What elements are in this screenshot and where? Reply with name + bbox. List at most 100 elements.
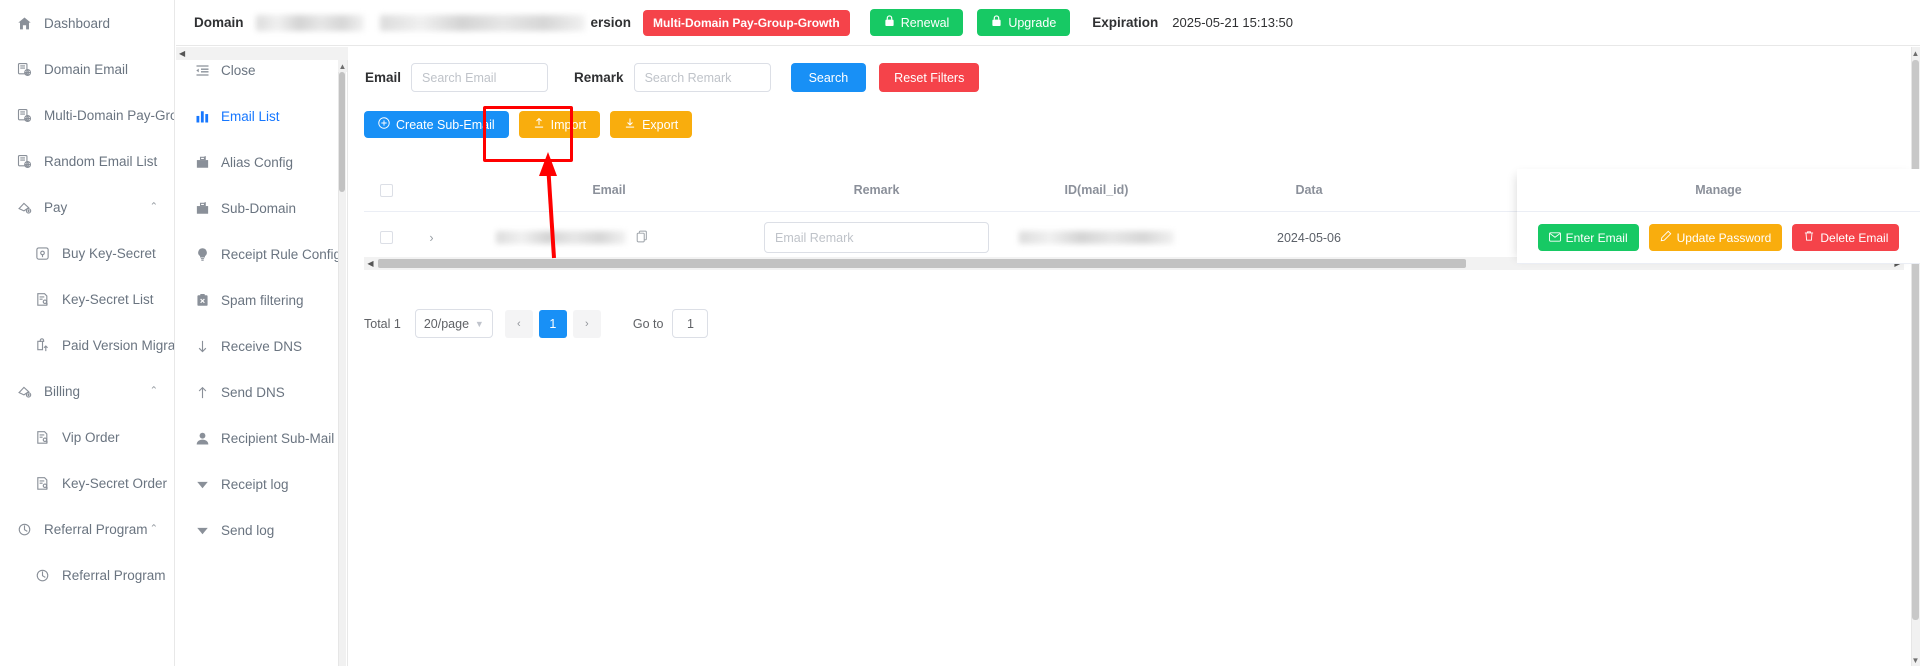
list-doc-icon	[34, 291, 50, 307]
sidebar-item-label: Referral Program	[62, 567, 166, 583]
sidebar-item-label: Key-Secret Order	[62, 475, 168, 491]
domain-email-icon	[16, 153, 32, 169]
goto-page-label: Go to	[632, 316, 664, 331]
pay-icon	[16, 199, 32, 215]
secondary-nav-item-receipt-log[interactable]: Receipt log	[176, 461, 347, 507]
secondary-nav-label: Sub-Domain	[221, 200, 297, 216]
delete-email-button[interactable]: Delete Email	[1792, 224, 1900, 251]
page-scroll-down-arrow[interactable]: ▼	[1911, 654, 1920, 666]
enter-email-button[interactable]: Enter Email	[1537, 224, 1639, 251]
create-sub-email-button[interactable]: Create Sub-Email	[364, 111, 509, 138]
row-remark-cell	[764, 222, 989, 253]
collapse-left-arrow-icon[interactable]: ◀	[179, 49, 185, 58]
email-filter-label: Email	[365, 70, 402, 85]
page-scrollbar-thumb[interactable]	[1912, 60, 1919, 620]
plan-badge: Multi-Domain Pay-Group-Growth	[643, 9, 850, 36]
sidebar-item-domain-email[interactable]: Domain Email	[0, 46, 174, 92]
column-header-email[interactable]: Email	[454, 183, 764, 197]
search-button[interactable]: Search	[790, 63, 867, 92]
inner-sidebar-scroll-up-arrow[interactable]: ▲	[338, 60, 347, 72]
secondary-nav-item-spam-filtering[interactable]: Spam filtering	[176, 277, 347, 323]
copy-icon[interactable]	[636, 230, 648, 246]
row-checkbox[interactable]	[380, 231, 393, 244]
domain-value-redacted	[255, 14, 364, 31]
inner-sidebar-scrollbar-thumb[interactable]	[339, 72, 345, 192]
row-mail-id-cell	[989, 231, 1204, 244]
column-header-data[interactable]: Data	[1204, 183, 1414, 197]
sidebar-item-label: Buy Key-Secret	[62, 245, 156, 261]
secondary-nav-label: Close	[221, 62, 256, 78]
envelope-icon	[1548, 231, 1561, 245]
secondary-nav-item-recipient-sub-mail[interactable]: Recipient Sub-Mail	[176, 415, 347, 461]
secondary-sidebar: Close Email List Alias Config Sub-Domain Rec…	[176, 47, 348, 666]
sidebar-item-referral-program[interactable]: Referral Program	[0, 552, 174, 598]
upgrade-button[interactable]: Upgrade	[977, 9, 1071, 36]
sidebar-item-label: Pay	[44, 199, 68, 215]
search-remark-input[interactable]	[633, 63, 771, 92]
page-scroll-up-arrow[interactable]: ▲	[1911, 47, 1920, 59]
triangle-down-icon	[194, 476, 210, 492]
sidebar-item-paid-version-migration[interactable]: Paid Version Migration	[0, 322, 174, 368]
chevron-up-icon: ⌃	[149, 523, 158, 535]
scroll-left-arrow-icon[interactable]: ◀	[364, 257, 377, 270]
left-sidebar: Dashboard Domain Email Multi-Domain Pay-Gr…	[0, 0, 175, 666]
sidebar-item-buy-key-secret[interactable]: Buy Key-Secret	[0, 230, 174, 276]
domain-value-redacted-2	[379, 14, 585, 31]
secondary-nav-item-receipt-rule-config[interactable]: Receipt Rule Config	[176, 231, 347, 277]
upload-icon	[533, 117, 545, 132]
secondary-nav-item-receive-dns[interactable]: Receive DNS	[176, 323, 347, 369]
bar-chart-icon	[194, 108, 210, 124]
sidebar-item-referral-program[interactable]: Referral Program ⌃	[0, 506, 174, 552]
table-hscroll-thumb[interactable]	[378, 259, 1466, 268]
enter-email-label: Enter Email	[1565, 230, 1628, 245]
import-button[interactable]: Import	[518, 111, 601, 138]
row-expand-toggle[interactable]: ›	[409, 231, 454, 245]
secondary-nav-item-email-list[interactable]: Email List	[176, 93, 347, 139]
secondary-nav-label: Receipt log	[221, 476, 289, 492]
sidebar-item-pay[interactable]: Pay ⌃	[0, 184, 174, 230]
plus-circle-icon	[378, 117, 390, 132]
sidebar-item-random-email-list[interactable]: Random Email List	[0, 138, 174, 184]
pagination: Total 1 20/page ▼ ‹ 1 › Go to	[364, 309, 709, 338]
sidebar-item-label: Vip Order	[62, 429, 120, 445]
secondary-nav-item-send-log[interactable]: Send log	[176, 507, 347, 553]
page-number-1-button[interactable]: 1	[538, 309, 567, 338]
secondary-nav-label: Send DNS	[221, 384, 285, 400]
domain-label: Domain	[194, 15, 244, 30]
email-remark-input[interactable]	[764, 222, 989, 253]
page-size-select[interactable]: 20/page ▼	[414, 309, 493, 338]
sidebar-item-billing[interactable]: Billing ⌃	[0, 368, 174, 414]
export-button[interactable]: Export	[610, 111, 693, 138]
sidebar-item-key-secret-list[interactable]: Key-Secret List	[0, 276, 174, 322]
secondary-nav-item-alias-config[interactable]: Alias Config	[176, 139, 347, 185]
next-page-button[interactable]: ›	[572, 309, 601, 338]
lock-icon	[991, 15, 1002, 30]
sidebar-item-label: Multi-Domain Pay-Group	[44, 107, 174, 123]
column-header-mail-id[interactable]: ID(mail_id)	[989, 183, 1204, 197]
reset-filters-button[interactable]: Reset Filters	[879, 63, 980, 92]
upgrade-button-label: Upgrade	[1008, 15, 1057, 30]
sidebar-item-dashboard[interactable]: Dashboard	[0, 0, 174, 46]
referral-icon	[34, 567, 50, 583]
secondary-nav-label: Receipt Rule Config	[221, 246, 342, 262]
sidebar-item-multi-domain-pay-group[interactable]: Multi-Domain Pay-Group	[0, 92, 174, 138]
briefcase-icon	[194, 154, 210, 170]
expiration-value: 2025-05-21 15:13:50	[1172, 15, 1294, 30]
goto-page-input[interactable]	[672, 309, 709, 338]
secondary-nav-item-send-dns[interactable]: Send DNS	[176, 369, 347, 415]
sidebar-item-key-secret-order[interactable]: Key-Secret Order	[0, 460, 174, 506]
update-password-button[interactable]: Update Password	[1648, 224, 1783, 251]
secondary-nav-item-sub-domain[interactable]: Sub-Domain	[176, 185, 347, 231]
select-all-checkbox[interactable]	[380, 183, 393, 197]
search-email-input[interactable]	[411, 63, 549, 92]
remark-filter-label: Remark	[574, 70, 624, 85]
trash-icon	[1803, 230, 1815, 245]
top-header: Domain ersion Multi-Domain Pay-Group-Gro…	[176, 0, 1920, 46]
manage-column: Manage Enter Email Update Password Delet…	[1517, 169, 1920, 264]
expiration-label: Expiration	[1092, 15, 1159, 30]
renewal-button[interactable]: Renewal	[869, 9, 964, 36]
prev-page-button[interactable]: ‹	[504, 309, 533, 338]
sidebar-item-vip-order[interactable]: Vip Order	[0, 414, 174, 460]
edit-pencil-icon	[1660, 230, 1672, 245]
column-header-remark[interactable]: Remark	[764, 183, 989, 197]
